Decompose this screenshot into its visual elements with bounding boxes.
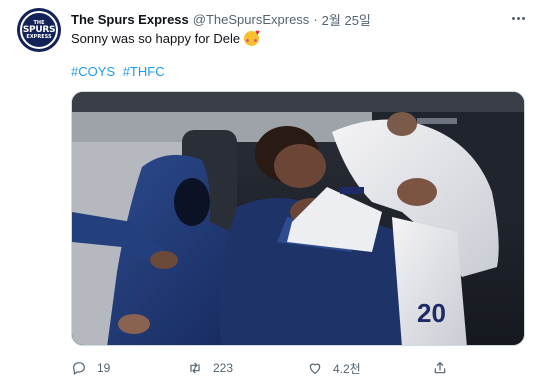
spurs-express-logo: THE SPURS EXPRESS	[20, 11, 58, 49]
retweet-button[interactable]: 223	[187, 359, 233, 377]
hashtag-coys[interactable]: #COYS	[71, 64, 115, 79]
retweet-icon	[190, 362, 200, 374]
hashtag-thfc[interactable]: #THFC	[123, 64, 165, 79]
like-count: 4.2천	[333, 361, 361, 376]
tweet-header: The Spurs Express @TheSpursExpress · 2월 …	[71, 10, 371, 28]
avatar[interactable]: THE SPURS EXPRESS	[17, 8, 61, 52]
retweet-count: 223	[213, 361, 234, 375]
tweet-text-body: Sonny was so happy for Dele	[71, 31, 241, 46]
tweet-photo[interactable]: 20	[71, 91, 525, 346]
shirt-number: 20	[417, 298, 446, 328]
tweet-actions: 19 223 4.2천	[71, 359, 471, 377]
hashtags: #COYS #THFC	[71, 64, 169, 79]
share-button[interactable]	[432, 359, 448, 377]
tweet-date[interactable]: 2월 25일	[322, 10, 371, 29]
like-button[interactable]: 4.2천	[307, 359, 361, 377]
separator-dot: ·	[313, 11, 318, 27]
author-handle[interactable]: @TheSpursExpress	[193, 12, 310, 27]
celebration-photo: 20	[72, 92, 524, 345]
reply-icon	[73, 362, 85, 375]
share-icon	[434, 362, 446, 374]
tweet-text: Sonny was so happy for Dele ♥	[71, 29, 260, 46]
reply-button[interactable]: 19	[71, 359, 110, 377]
tweet[interactable]: THE SPURS EXPRESS The Spurs Express @The…	[0, 0, 534, 390]
reply-count: 19	[97, 361, 111, 375]
author-name[interactable]: The Spurs Express	[71, 12, 189, 27]
heart-icon	[309, 363, 321, 374]
smiling-face-with-hearts-icon: ♥	[244, 29, 260, 46]
logo-text-bottom: EXPRESS	[26, 33, 52, 40]
more-options-icon[interactable]	[508, 10, 528, 26]
